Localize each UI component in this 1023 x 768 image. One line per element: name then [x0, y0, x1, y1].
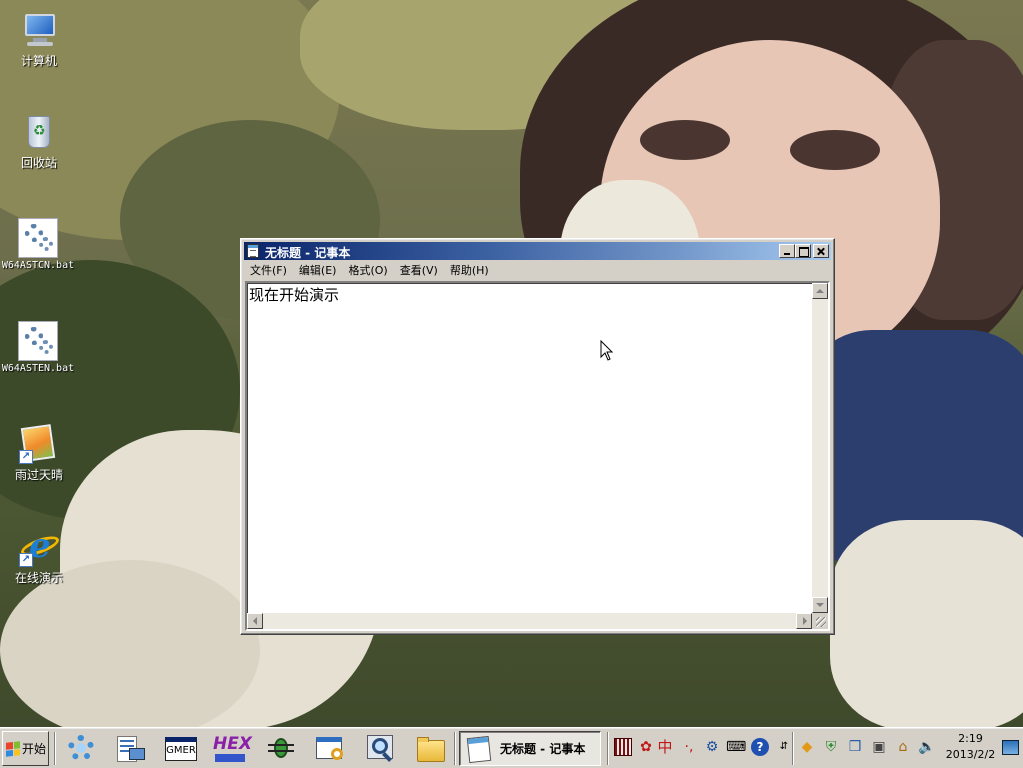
- window-settings-icon[interactable]: [313, 732, 347, 766]
- desktop-icon-computer[interactable]: 计算机: [1, 10, 77, 69]
- taskbar-clock[interactable]: 2:19 2013/2/2: [943, 731, 998, 766]
- mouse-cursor-icon: [600, 340, 614, 361]
- recycle-bin-icon: [19, 112, 59, 152]
- ime-keyboard-icon[interactable]: [614, 738, 632, 756]
- taskbar: 开始 GMER HEX 无标题 - 记事本 ✿ 中 ·, ⚙ ⌨ ? ⇵ ◆ ⛨…: [0, 727, 1023, 768]
- clock-time: 2:19: [958, 732, 983, 745]
- ime-softkeyboard-icon[interactable]: ⌨: [726, 738, 746, 756]
- desktop-icon-label: W64ASTEN.bat: [1, 363, 75, 374]
- gmer-icon[interactable]: GMER: [164, 732, 198, 766]
- editor-text[interactable]: 现在开始演示: [249, 284, 339, 305]
- security-shield-icon[interactable]: ⛨: [822, 738, 840, 756]
- scroll-up-button[interactable]: [812, 283, 828, 299]
- volume-icon[interactable]: 🔈: [918, 738, 936, 756]
- menu-help[interactable]: 帮助(H): [444, 262, 495, 279]
- package-icon[interactable]: ❒: [846, 738, 864, 756]
- window-title: 无标题 - 记事本: [265, 246, 351, 260]
- taskbar-separator: [792, 732, 794, 765]
- menu-file[interactable]: 文件(F): [244, 262, 293, 279]
- desktop-icon-online-demo[interactable]: e ↗ 在线演示: [1, 527, 77, 586]
- taskbar-separator: [454, 732, 456, 765]
- photo-shortcut-icon: ↗: [19, 424, 59, 464]
- menu-format[interactable]: 格式(O): [342, 262, 393, 279]
- scroll-left-button[interactable]: [247, 613, 263, 629]
- magnifier-icon[interactable]: [364, 732, 398, 766]
- desktop-icon-label: 计算机: [20, 54, 57, 68]
- notepad-window[interactable]: 无标题 - 记事本 文件(F) 编辑(E) 格式(O) 查看(V) 帮助(H) …: [240, 238, 835, 635]
- device-icon[interactable]: ▣: [870, 738, 888, 756]
- close-button[interactable]: [813, 244, 829, 258]
- batch-file-gear-icon: [18, 218, 58, 258]
- folder-icon[interactable]: [414, 732, 448, 766]
- text-editor-area[interactable]: 现在开始演示: [245, 281, 830, 631]
- maximize-button[interactable]: [795, 244, 811, 258]
- windows-flag-icon: [6, 740, 20, 757]
- ime-logo-icon[interactable]: ✿: [637, 738, 655, 756]
- hex-label: HEX: [213, 734, 252, 754]
- shortcut-arrow-icon: ↗: [19, 553, 33, 567]
- gmer-label: GMER: [165, 737, 197, 761]
- taskbar-separator: [54, 732, 56, 765]
- desktop-icon-label: W64ASTCN.bat: [1, 260, 75, 271]
- taskbar-button-label: 无标题 - 记事本: [500, 742, 586, 756]
- ime-language-toggle[interactable]: 中: [656, 738, 674, 756]
- computer-icon: [19, 10, 59, 50]
- network-icon[interactable]: ⌂: [894, 738, 912, 756]
- show-desktop-icon[interactable]: [1002, 740, 1019, 755]
- clock-date: 2013/2/2: [945, 748, 996, 761]
- taskbar-button-notepad[interactable]: 无标题 - 记事本: [459, 731, 601, 766]
- gear-app-icon[interactable]: [64, 732, 98, 766]
- notepad-icon[interactable]: [247, 244, 259, 258]
- tray-app-icon[interactable]: ◆: [798, 738, 816, 756]
- resize-grip[interactable]: [812, 613, 828, 629]
- menu-bar: 文件(F) 编辑(E) 格式(O) 查看(V) 帮助(H): [244, 261, 831, 280]
- desktop-icon-w64asten[interactable]: W64ASTEN.bat: [0, 321, 76, 374]
- taskbar-separator: [607, 732, 609, 765]
- ime-punctuation-icon[interactable]: ·,: [680, 738, 698, 756]
- start-label: 开始: [22, 742, 47, 756]
- window-titlebar[interactable]: 无标题 - 记事本: [244, 242, 831, 260]
- desktop-icon-w64astcn[interactable]: W64ASTCN.bat: [0, 218, 76, 271]
- vertical-scrollbar[interactable]: [812, 283, 828, 613]
- desktop-icon-label: 回收站: [20, 156, 57, 170]
- scroll-right-button[interactable]: [796, 613, 812, 629]
- desktop-icon-label: 在线演示: [14, 571, 63, 585]
- help-icon[interactable]: ?: [751, 738, 769, 756]
- desktop-icon-label: 雨过天晴: [14, 468, 63, 482]
- bug-scanner-icon[interactable]: [264, 732, 298, 766]
- network-connections-icon[interactable]: [113, 732, 147, 766]
- start-button[interactable]: 开始: [2, 731, 49, 766]
- menu-edit[interactable]: 编辑(E): [293, 262, 343, 279]
- shortcut-arrow-icon: ↗: [19, 450, 33, 464]
- desktop-icon-photo-shortcut[interactable]: ↗ 雨过天晴: [1, 424, 77, 483]
- horizontal-scrollbar[interactable]: [247, 613, 812, 629]
- ime-settings-icon[interactable]: ⚙: [703, 738, 721, 756]
- ime-options-icon[interactable]: ⇵: [775, 738, 793, 756]
- hex-editor-icon[interactable]: HEX: [213, 732, 252, 766]
- minimize-button[interactable]: [779, 244, 795, 258]
- menu-view[interactable]: 查看(V): [394, 262, 444, 279]
- internet-explorer-icon: e ↗: [18, 527, 62, 567]
- scroll-down-button[interactable]: [812, 597, 828, 613]
- notepad-icon: [464, 734, 494, 764]
- desktop-icon-recycle-bin[interactable]: 回收站: [1, 112, 77, 171]
- batch-file-gear-icon: [18, 321, 58, 361]
